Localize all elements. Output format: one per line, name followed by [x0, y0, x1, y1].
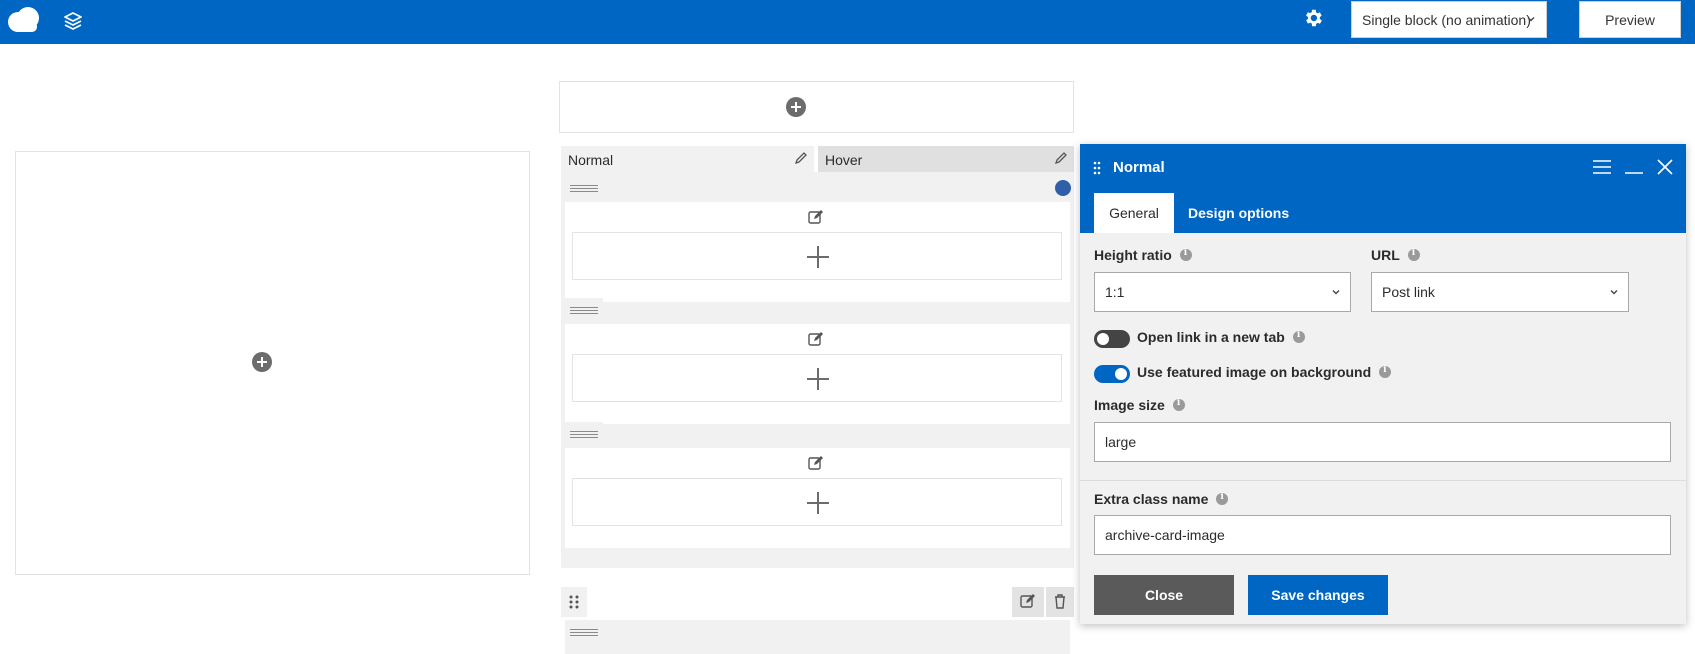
info-icon[interactable]: [1292, 330, 1305, 343]
drag-handle-icon[interactable]: [565, 298, 603, 324]
height-ratio-value: 1:1: [1105, 284, 1125, 300]
add-element-icon[interactable]: [786, 97, 806, 117]
container-toolbar: [561, 587, 1074, 617]
edit-icon[interactable]: [807, 209, 825, 225]
drag-dots-icon[interactable]: [561, 587, 587, 617]
add-content-button[interactable]: [572, 232, 1062, 280]
element-row: [565, 422, 1070, 552]
image-size-input[interactable]: large: [1094, 422, 1671, 462]
image-size-label: Image size: [1094, 397, 1185, 413]
edit-container-button[interactable]: [1012, 587, 1044, 617]
edit-icon[interactable]: [807, 331, 825, 347]
drag-handle-icon[interactable]: [565, 620, 603, 646]
tab-hover-label: Hover: [825, 152, 863, 168]
animation-mode-select[interactable]: Single block (no animation): [1351, 1, 1547, 38]
state-tabs: Normal Hover: [561, 146, 1074, 172]
tab-normal-label: Normal: [568, 152, 614, 168]
extra-class-label: Extra class name: [1094, 491, 1229, 507]
add-block-area: [559, 81, 1074, 133]
url-label-text: URL: [1371, 247, 1400, 263]
layers-icon[interactable]: [62, 10, 84, 32]
element-row: [565, 176, 1070, 306]
edit-icon[interactable]: [807, 455, 825, 471]
cloud-logo-icon[interactable]: [7, 7, 41, 33]
add-content-button[interactable]: [572, 478, 1062, 526]
info-icon[interactable]: [1172, 398, 1185, 411]
delete-container-button[interactable]: [1046, 587, 1074, 617]
trash-icon: [1055, 594, 1065, 609]
menu-icon[interactable]: [1592, 158, 1612, 176]
animation-mode-value: Single block (no animation): [1362, 11, 1531, 28]
image-size-label-text: Image size: [1094, 397, 1165, 413]
panel-footer: Close Save changes: [1080, 564, 1686, 624]
info-icon[interactable]: [1179, 248, 1192, 261]
add-element-icon[interactable]: [252, 352, 272, 372]
divider: [1080, 480, 1686, 481]
minimize-icon[interactable]: [1624, 158, 1644, 176]
close-button[interactable]: Close: [1094, 575, 1234, 615]
element-row: [565, 620, 1070, 654]
extra-class-label-text: Extra class name: [1094, 491, 1209, 507]
preview-button[interactable]: Preview: [1579, 1, 1681, 38]
drag-handle-icon[interactable]: [565, 422, 603, 448]
tab-general[interactable]: General: [1094, 193, 1174, 233]
height-ratio-label-text: Height ratio: [1094, 247, 1172, 263]
row-body: [565, 202, 1070, 302]
canvas-placeholder: [15, 151, 530, 575]
save-changes-button[interactable]: Save changes: [1248, 575, 1388, 615]
toggle-knob: [1097, 333, 1109, 345]
tab-design-options[interactable]: Design options: [1188, 193, 1289, 233]
chevron-down-icon: [1610, 290, 1618, 295]
tab-hover[interactable]: Hover: [818, 146, 1074, 172]
close-icon[interactable]: [1656, 158, 1674, 176]
featured-image-label-text: Use featured image on background: [1137, 364, 1372, 380]
row-body: [565, 448, 1070, 548]
open-new-tab-toggle[interactable]: [1094, 330, 1130, 348]
element-settings-panel: Normal General Design options Height rat…: [1080, 144, 1686, 624]
url-select[interactable]: Post link: [1371, 272, 1629, 312]
open-new-tab-label-text: Open link in a new tab: [1137, 329, 1285, 345]
toggle-knob: [1115, 368, 1127, 380]
top-toolbar: Single block (no animation) Preview: [0, 0, 1695, 44]
add-content-button[interactable]: [572, 354, 1062, 402]
url-value: Post link: [1382, 284, 1435, 300]
element-row: [565, 298, 1070, 428]
panel-title: Normal: [1113, 159, 1165, 176]
chevron-down-icon: [1332, 290, 1340, 295]
info-icon[interactable]: [1216, 492, 1229, 505]
url-label: URL: [1371, 247, 1420, 263]
row-body: [565, 324, 1070, 424]
open-new-tab-label: Open link in a new tab: [1137, 329, 1305, 345]
featured-image-label: Use featured image on background: [1137, 364, 1392, 380]
drag-handle-icon[interactable]: [565, 176, 603, 202]
height-ratio-label: Height ratio: [1094, 247, 1192, 263]
tab-normal[interactable]: Normal: [561, 146, 814, 172]
panel-header: Normal General Design options: [1080, 144, 1686, 233]
pencil-icon[interactable]: [1054, 151, 1068, 165]
info-icon[interactable]: [1407, 248, 1420, 261]
gear-icon[interactable]: [1302, 7, 1324, 29]
edit-icon: [1020, 594, 1035, 608]
featured-image-toggle[interactable]: [1094, 365, 1130, 383]
extra-class-input[interactable]: archive-card-image: [1094, 515, 1671, 555]
info-icon[interactable]: [1379, 365, 1392, 378]
chevron-down-icon: [1527, 17, 1535, 22]
drag-grip-icon[interactable]: [1092, 161, 1102, 175]
pencil-icon[interactable]: [794, 151, 808, 165]
height-ratio-select[interactable]: 1:1: [1094, 272, 1351, 312]
